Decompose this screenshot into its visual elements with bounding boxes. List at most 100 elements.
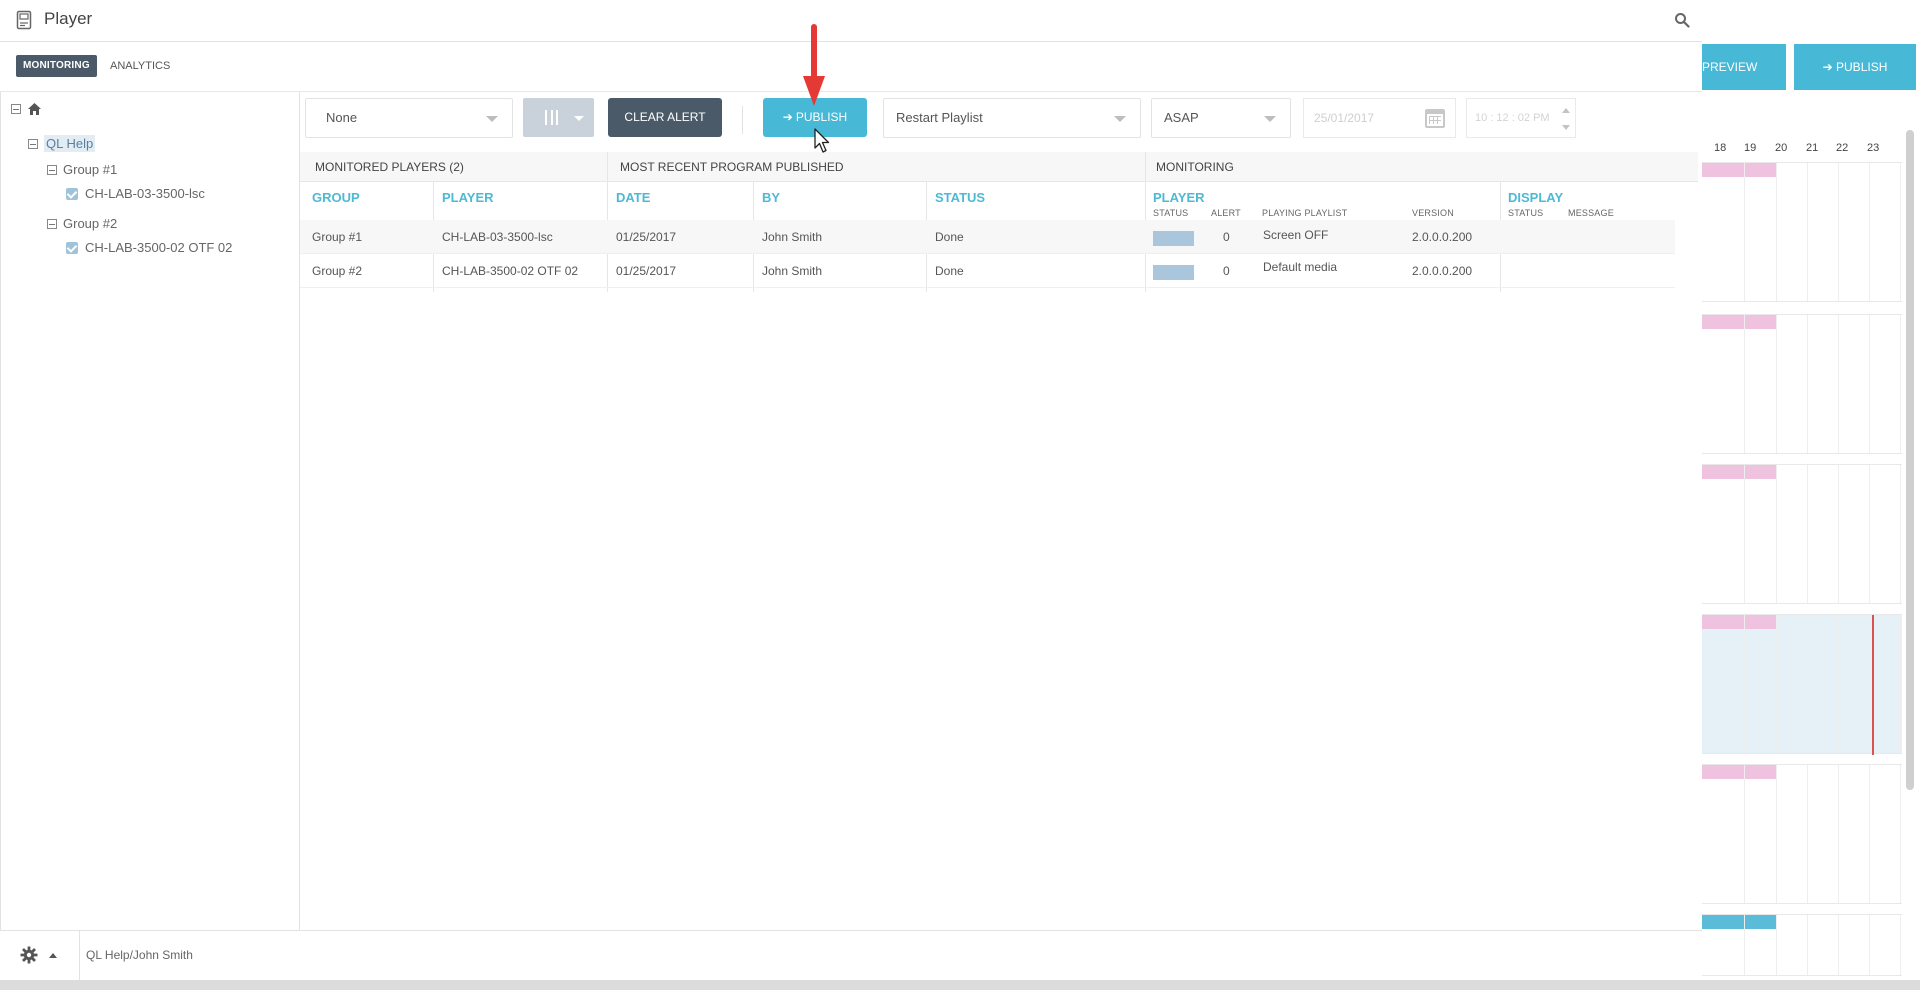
column-header-date[interactable]: DATE — [616, 190, 650, 205]
tree-node-group-1[interactable]: Group #1 — [47, 162, 117, 177]
tab-analytics[interactable]: ANALYTICS — [110, 55, 170, 77]
table-row[interactable]: Group #2 CH-LAB-3500-02 OTF 02 01/25/201… — [300, 254, 1675, 288]
tree-node-root[interactable]: QL Help — [28, 135, 96, 152]
chevron-down-icon — [1264, 116, 1276, 122]
when-select[interactable]: ASAP — [1151, 98, 1291, 138]
schedule-item[interactable] — [1702, 163, 1776, 177]
time-input[interactable]: 10 : 12 : 02 PM — [1466, 98, 1576, 138]
schedule-item[interactable] — [1702, 915, 1776, 929]
section-monitored-players: MONITORED PLAYERS (2) — [315, 160, 464, 174]
chevron-down-icon — [486, 116, 498, 122]
tree-group-label[interactable]: Group #2 — [63, 216, 117, 231]
schedule-item[interactable] — [1702, 315, 1776, 329]
clear-alert-button[interactable]: CLEAR ALERT — [608, 98, 722, 137]
chevron-down-icon — [574, 116, 584, 121]
title-bar: Player — [0, 0, 1702, 42]
tab-row: MONITORING ANALYTICS — [0, 42, 1702, 92]
player-tree: QL Help Group #1 CH-LAB-03-3500-lsc Grou… — [0, 92, 300, 930]
column-header-player[interactable]: PLAYER — [442, 190, 494, 205]
cell-by: John Smith — [762, 264, 823, 278]
cell-date: 01/25/2017 — [616, 230, 677, 244]
hour-label: 18 — [1714, 142, 1727, 154]
toolbar-divider — [742, 106, 743, 134]
cell-status: Done — [935, 264, 964, 278]
date-input-placeholder: 25/01/2017 — [1314, 111, 1375, 125]
vertical-scrollbar[interactable] — [1906, 130, 1914, 790]
column-header-by[interactable]: BY — [762, 190, 780, 205]
subheader-display-status: STATUS — [1508, 208, 1544, 218]
subheader-playing-playlist: PLAYING PLAYLIST — [1262, 208, 1348, 218]
table-row[interactable]: Group #1 CH-LAB-03-3500-lsc 01/25/2017 J… — [300, 220, 1675, 254]
horizontal-scrollbar[interactable] — [0, 980, 1920, 990]
gear-icon[interactable] — [20, 946, 38, 964]
player-status-indicator — [1153, 231, 1194, 246]
app-frame: Player MONITORING ANALYTICS QL Help Grou… — [0, 0, 1920, 990]
when-select-value: ASAP — [1164, 110, 1199, 125]
subheader-version: VERSION — [1412, 208, 1454, 218]
spin-down-icon[interactable] — [1562, 125, 1570, 130]
columns-button[interactable] — [523, 98, 594, 137]
schedule-item[interactable] — [1702, 615, 1776, 629]
tree-root-label[interactable]: QL Help — [44, 135, 96, 152]
schedule-day-block[interactable] — [1702, 464, 1902, 604]
player-status-indicator — [1153, 265, 1194, 280]
user-path: QL Help/John Smith — [86, 948, 193, 962]
filter-select[interactable]: None — [305, 98, 513, 138]
schedule-day-block[interactable] — [1702, 914, 1902, 976]
collapse-toggle[interactable] — [28, 138, 38, 149]
collapse-toggle[interactable] — [11, 104, 21, 114]
cell-group: Group #1 — [312, 230, 363, 244]
section-most-recent: MOST RECENT PROGRAM PUBLISHED — [620, 160, 844, 174]
cell-player: CH-LAB-03-3500-lsc — [442, 230, 553, 244]
schedule-day-block[interactable] — [1702, 314, 1902, 454]
hour-label: 20 — [1775, 142, 1788, 154]
schedule-item[interactable] — [1702, 465, 1776, 479]
chevron-down-icon — [1114, 116, 1126, 122]
schedule-day-block-today[interactable] — [1702, 614, 1902, 755]
schedule-item[interactable] — [1702, 765, 1776, 779]
column-header-group[interactable]: GROUP — [312, 190, 360, 205]
status-bar: QL Help/John Smith — [0, 930, 1702, 981]
cell-alert: 0 — [1223, 264, 1230, 278]
columns-icon — [545, 110, 558, 125]
cell-version: 2.0.0.0.200 — [1412, 264, 1473, 278]
schedule-day-block[interactable] — [1702, 162, 1902, 302]
cell-playing-playlist: Default media — [1263, 260, 1338, 274]
caret-up-icon[interactable] — [49, 953, 57, 958]
collapse-toggle[interactable] — [47, 218, 57, 229]
cell-status: Done — [935, 230, 964, 244]
tab-monitoring[interactable]: MONITORING — [16, 55, 97, 77]
hour-label: 21 — [1806, 142, 1819, 154]
schedule-day-block[interactable] — [1702, 764, 1902, 904]
player-checkbox[interactable] — [66, 241, 78, 254]
tree-player-label[interactable]: CH-LAB-3500-02 OTF 02 — [85, 240, 232, 255]
section-monitoring: MONITORING — [1156, 160, 1234, 174]
date-input[interactable]: 25/01/2017 — [1303, 98, 1456, 138]
search-icon[interactable] — [1674, 12, 1690, 28]
arrow-right-icon: ➔ — [782, 110, 793, 124]
preview-button-label: PREVIEW — [1702, 60, 1758, 74]
tree-node-group-2[interactable]: Group #2 — [47, 216, 117, 231]
tree-node-player-1[interactable]: CH-LAB-03-3500-lsc — [66, 186, 205, 201]
column-header-status[interactable]: STATUS — [935, 190, 985, 205]
action-select[interactable]: Restart Playlist — [883, 98, 1141, 138]
hour-label: 19 — [1744, 142, 1757, 154]
cell-by: John Smith — [762, 230, 823, 244]
cell-date: 01/25/2017 — [616, 264, 677, 278]
hour-label: 22 — [1836, 142, 1849, 154]
settings-menu[interactable] — [0, 931, 80, 981]
spin-up-icon[interactable] — [1562, 108, 1570, 113]
player-checkbox[interactable] — [66, 187, 78, 200]
column-header-monitoring-player[interactable]: PLAYER — [1153, 190, 1205, 205]
arrow-right-icon: ➔ — [1822, 60, 1837, 74]
cell-player: CH-LAB-3500-02 OTF 02 — [442, 264, 579, 278]
preview-button[interactable]: PREVIEW — [1702, 44, 1786, 90]
tree-group-label[interactable]: Group #1 — [63, 162, 117, 177]
tree-node-player-2[interactable]: CH-LAB-3500-02 OTF 02 — [66, 240, 232, 255]
collapse-toggle[interactable] — [47, 164, 57, 175]
tree-home-node[interactable] — [11, 102, 42, 116]
calendar-icon[interactable] — [1425, 109, 1445, 128]
schedule-publish-button[interactable]: ➔ PUBLISH — [1794, 44, 1916, 90]
tree-player-label[interactable]: CH-LAB-03-3500-lsc — [85, 186, 205, 201]
column-header-display[interactable]: DISPLAY — [1508, 190, 1563, 205]
